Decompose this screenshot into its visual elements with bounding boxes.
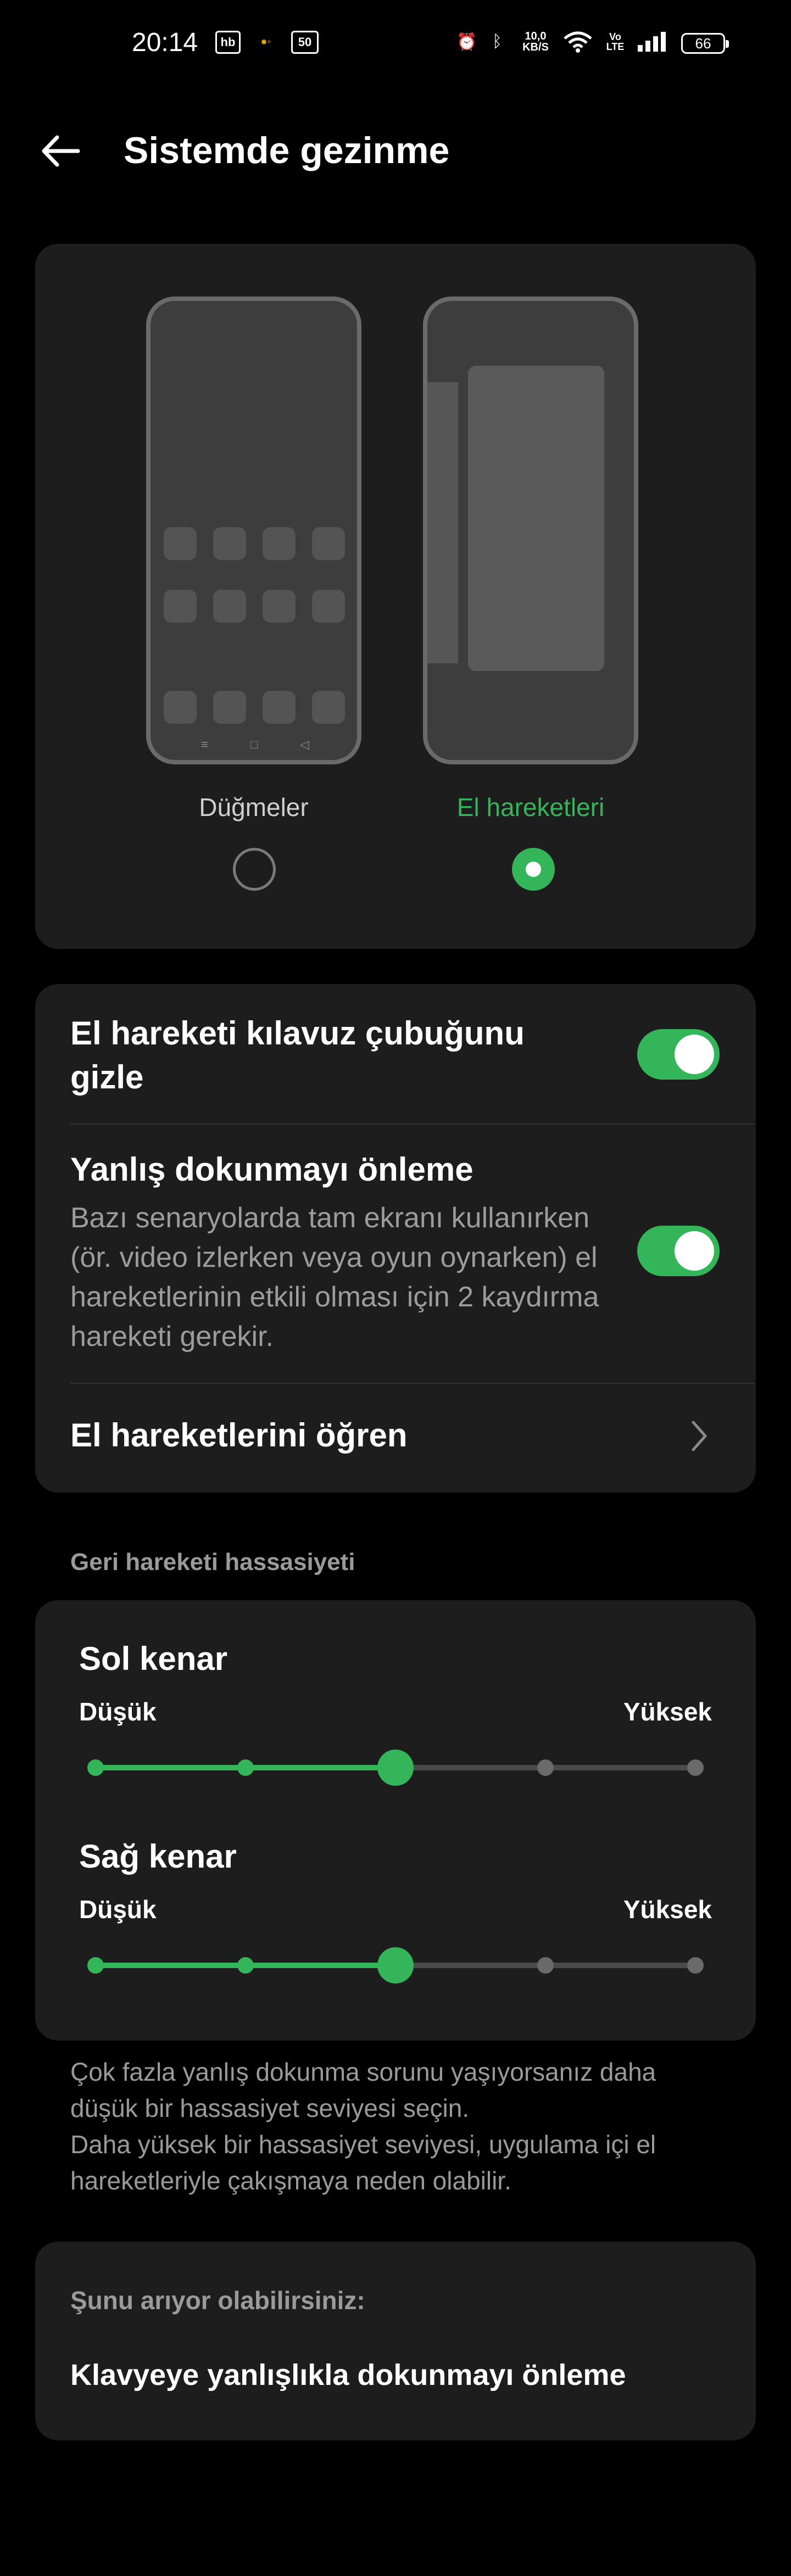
slider-tick[interactable] [687,1957,704,1974]
option-label-gestures: El hareketleri [456,793,605,822]
recent-card-main [468,366,604,671]
slider-tick[interactable] [237,1759,254,1776]
app-icon [213,691,246,724]
radio-buttons[interactable] [233,848,276,891]
slider-tick[interactable] [87,1759,104,1776]
radio-gestures[interactable] [512,848,555,891]
toggle-knob [675,1231,714,1271]
left-edge-low-label: Düşük [79,1697,157,1726]
left-edge-high-label: Yüksek [623,1697,712,1726]
false-touch-title: Yanlış dokunmayı önleme [70,1151,474,1188]
app-icon [164,691,197,724]
slider-tick[interactable] [687,1759,704,1776]
radio-dot [526,862,541,877]
right-edge-slider[interactable] [87,1947,704,1983]
app-icon [263,527,296,560]
slider-tick[interactable] [537,1957,554,1974]
game-icon: ●◦ [260,35,271,48]
learn-gestures-title[interactable]: El hareketlerini öğren [70,1413,408,1457]
left-edge-slider[interactable] [87,1750,704,1786]
sensitivity-section-label: Geri hareketi hassasiyeti [70,1549,355,1575]
back-nav-icon: ◁ [300,737,309,751]
slider-tick[interactable] [87,1957,104,1974]
sensitivity-card: Sol kenar Düşük Yüksek Sağ kenar Düşük Y… [35,1600,756,2041]
option-label-buttons: Düğmeler [199,793,309,822]
app-icon [263,691,296,724]
arrow-left-icon[interactable] [38,132,82,170]
app-icon [312,590,345,623]
hide-bar-title: El hareketi kılavuz çubuğunu gizle [70,1015,525,1096]
suggestion-label: Şunu arıyor olabilirsiniz: [70,2286,365,2315]
suggestion-item[interactable]: Klavyeye yanlışlıkla dokunmayı önleme [70,2358,626,2392]
app-icon [164,590,197,623]
nav-mode-card: ≡ □ ◁ Düğmeler El hareketleri [35,244,756,949]
sensitivity-hint: Çok fazla yanlış dokunma sorunu yaşıyors… [70,2058,656,2195]
divider [70,1124,755,1125]
false-touch-toggle[interactable] [637,1226,720,1276]
hide-bar-toggle[interactable] [637,1029,720,1080]
gesture-settings-card: El hareketi kılavuz çubuğunu gizle Yanlı… [35,984,756,1493]
bluetooth-icon: ᛒ [492,32,502,51]
right-edge-high-label: Yüksek [623,1895,712,1924]
app-icon [263,590,296,623]
slider-thumb[interactable] [377,1750,414,1786]
recent-card-small [427,382,458,663]
50-icon: 50 [291,31,319,54]
menu-nav-icon: ≡ [201,737,208,751]
toggle-knob [675,1035,714,1074]
left-edge-title: Sol kenar [79,1640,228,1677]
net-speed: 10,0 KB/S [522,30,549,53]
home-nav-icon: □ [250,737,258,751]
app-icon [213,590,246,623]
battery-icon: 66 [681,33,729,54]
right-edge-low-label: Düşük [79,1895,157,1924]
app-icon [312,691,345,724]
app-icon [312,527,345,560]
alarm-icon: ⏰ [456,32,477,51]
false-touch-description: Bazı senaryolarda tam ekranı kullanırken… [70,1202,599,1353]
battery-level: 66 [695,35,711,52]
signal-icon [636,31,670,53]
slider-tick[interactable] [537,1759,554,1776]
divider [70,1383,755,1384]
app-icon [213,527,246,560]
wifi-icon [562,31,593,53]
page-title: Sistemde gezinme [124,130,450,171]
status-time: 20:14 [132,28,198,57]
gestures-phone-illustration[interactable] [423,297,638,764]
slider-tick[interactable] [237,1957,254,1974]
hb-icon: hb [215,31,241,54]
status-bar: 20:14 hb ●◦ 50 ⏰ ᛒ 10,0 KB/S Vo LTE 66 [0,0,791,93]
buttons-phone-illustration[interactable]: ≡ □ ◁ [146,297,361,764]
right-edge-title: Sağ kenar [79,1838,237,1875]
chevron-right-icon[interactable] [689,1417,722,1455]
suggestion-card: Şunu arıyor olabilirsiniz: Klavyeye yanl… [35,2242,756,2440]
app-icon [164,527,197,560]
slider-thumb[interactable] [377,1947,414,1983]
volte-icon: Vo LTE [606,31,625,52]
